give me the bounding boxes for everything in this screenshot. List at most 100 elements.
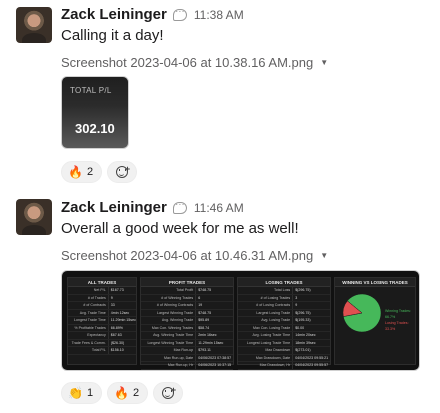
stat-label: Max Drawdown, Date (238, 354, 294, 361)
stat-label: Max Con. Losing Trade (238, 324, 294, 331)
stat-value: $67.63 (110, 333, 122, 337)
stat-row: Avg. Losing Trade Time 14min 20sec (238, 332, 330, 340)
stat-label: Avg. Losing Trade Time (238, 332, 294, 339)
pie-chart (342, 293, 382, 333)
file-name-label[interactable]: Screenshot 2023-04-06 at 10.46.31 AM.png (61, 248, 313, 263)
stat-value: $(195.33) (295, 318, 311, 322)
stat-label: Avg. Winning Trade Time (141, 332, 197, 339)
stat-row: Max Con. Winning Trades $58.74 (141, 324, 233, 332)
stat-value: $0.00 (295, 325, 305, 330)
stat-label: % Profitable Trades (68, 324, 109, 331)
stat-row: Avg. Winning Trade Time 2min 16sec (141, 332, 233, 340)
stat-row: Max Drawdown $(273.01) (238, 347, 330, 355)
stat-label: Max Run-up, Date (141, 354, 197, 361)
stat-value: 04/06/2023 10:37:15 (198, 363, 232, 367)
chevron-down-icon[interactable]: ▼ (320, 251, 328, 260)
stat-value: 9 (110, 295, 113, 300)
legend-losing: Losing Trades: 33.3% (385, 321, 409, 331)
stat-row: Max Con. Losing Trade $0.00 (238, 324, 330, 332)
add-reaction-button[interactable]: + (153, 382, 184, 404)
stat-value: $748.75 (198, 310, 212, 315)
reaction-count: 2 (133, 387, 140, 399)
stat-value: $156.10 (110, 348, 124, 352)
avatar[interactable] (16, 199, 52, 235)
stat-label: Largest Losing Trade (238, 309, 294, 316)
fire-icon: 🔥 (114, 386, 130, 400)
reaction-count: 1 (86, 387, 94, 399)
stat-row: Longest Trade Time 11.29min 15sec (68, 317, 136, 325)
stat-label: Max Run-up (141, 347, 197, 354)
stat-label: Largest Winning Trade (141, 309, 197, 316)
file-name[interactable]: Screenshot 2023-04-06 at 10.38.16 AM.png… (61, 55, 328, 70)
chart-panel: WINNING VS LOSING TRADES Winning Trades:… (334, 277, 416, 365)
stats-panel-all-trades: ALL TRADES Net P/L $167.73 # of Trades 9 # o… (67, 277, 137, 365)
stat-label: Avg. Trade Time (68, 309, 109, 316)
reactions: 👏 1 🔥 2 + (61, 382, 184, 404)
panel-title: ALL TRADES (68, 278, 136, 287)
reaction-fire[interactable]: 🔥 2 (61, 161, 103, 183)
stat-label: # of Losing Contracts (238, 302, 294, 309)
reaction-clap[interactable]: 👏 1 (61, 382, 103, 404)
stat-value: 66.89% (110, 325, 123, 330)
stat-label: # of Winning Trades (141, 294, 197, 301)
stat-row: Largest Winning Trade $748.75 (141, 309, 233, 317)
stat-value: 11.29min 15sec (110, 318, 136, 322)
stat-label: Total Loss (238, 287, 294, 294)
stat-row: Trade Fees & Comm. ($26.30) (68, 339, 136, 347)
stat-label: # of Contracts (68, 302, 109, 309)
stats-panel-profit-trades: PROFIT TRADES Total Profit $748.75 # of Wi… (140, 277, 234, 370)
stat-row: # of Losing Trades 3 (238, 294, 330, 302)
stat-value: $793.11 (198, 348, 211, 352)
stat-row: Max Drawdown, Date 04/04/2023 09:55:21 (238, 354, 330, 362)
stat-label: Total P/L (68, 347, 109, 354)
stat-row: Avg. Trade Time 4min 12sec (68, 309, 136, 317)
chart-legend: Winning Trades: 66.7% Losing Trades: 33.… (385, 308, 415, 332)
author-name[interactable]: Zack Leininger (61, 199, 167, 216)
plus-icon: + (124, 164, 131, 174)
thumbnail-label: TOTAL P/L (70, 86, 112, 95)
stat-label: Trade Fees & Comm. (68, 339, 109, 346)
stat-label: Avg. Winning Trade (141, 317, 197, 324)
stat-row: Total Loss $(296.75) (238, 287, 330, 295)
avatar[interactable] (16, 7, 52, 43)
reaction-fire[interactable]: 🔥 2 (107, 382, 149, 404)
panel-title: LOSING TRADES (238, 278, 330, 287)
stat-value: $167.73 (110, 288, 124, 292)
stat-row: Expectancy $67.63 (68, 332, 136, 340)
stat-value: $(273.01) (295, 348, 311, 352)
panel-rows: Total Profit $748.75 # of Winning Trades 6 #… (141, 287, 233, 370)
stat-label: Net P/L (68, 287, 109, 294)
add-reaction-button[interactable]: + (107, 161, 138, 183)
stat-row: # of Trades 9 (68, 294, 136, 302)
stat-value: 04/06/2023 07:38:57 (198, 355, 232, 360)
stat-value: 18min 39sec (295, 340, 316, 345)
stat-label: Longest Trade Time (68, 317, 109, 324)
timestamp[interactable]: 11:46 AM (194, 201, 244, 215)
stat-value: $(296.75) (295, 288, 311, 292)
stat-row: Max Run-up, Date 04/06/2023 07:38:57 (141, 354, 233, 362)
stat-row: Max Run-up, Hr 04/06/2023 10:37:15 (141, 362, 233, 370)
stat-value: 19 (198, 303, 203, 307)
image-attachment[interactable]: ALL TRADES Net P/L $167.73 # of Trades 9 # o… (61, 270, 420, 371)
stat-row: # of Winning Trades 6 (141, 294, 233, 302)
stat-row: Longest Losing Trade Time 18min 39sec (238, 339, 330, 347)
stat-row: % Profitable Trades 66.89% (68, 324, 136, 332)
stat-row: # of Contracts 33 (68, 302, 136, 310)
author-name[interactable]: Zack Leininger (61, 6, 167, 23)
stat-label: Expectancy (68, 332, 109, 339)
chevron-down-icon[interactable]: ▼ (320, 58, 328, 67)
stat-label: # of Winning Contracts (141, 302, 197, 309)
stat-label: Max Con. Winning Trades (141, 324, 197, 331)
fire-icon: 🔥 (68, 165, 83, 179)
stat-row: # of Winning Contracts 19 (141, 302, 233, 310)
stat-value: $(296.75) (295, 310, 311, 315)
stat-row: Avg. Losing Trade $(195.33) (238, 317, 330, 325)
panel-title: PROFIT TRADES (141, 278, 233, 287)
stat-row: Largest Losing Trade $(296.75) (238, 309, 330, 317)
timestamp[interactable]: 11:38 AM (194, 8, 244, 22)
stat-label: Max Run-up, Hr (141, 362, 197, 369)
image-attachment[interactable]: TOTAL P/L 302.10 (61, 76, 129, 149)
stat-row: Total P/L $156.10 (68, 347, 136, 355)
file-name-label[interactable]: Screenshot 2023-04-06 at 10.38.16 AM.png (61, 55, 313, 70)
file-name[interactable]: Screenshot 2023-04-06 at 10.46.31 AM.png… (61, 248, 328, 263)
